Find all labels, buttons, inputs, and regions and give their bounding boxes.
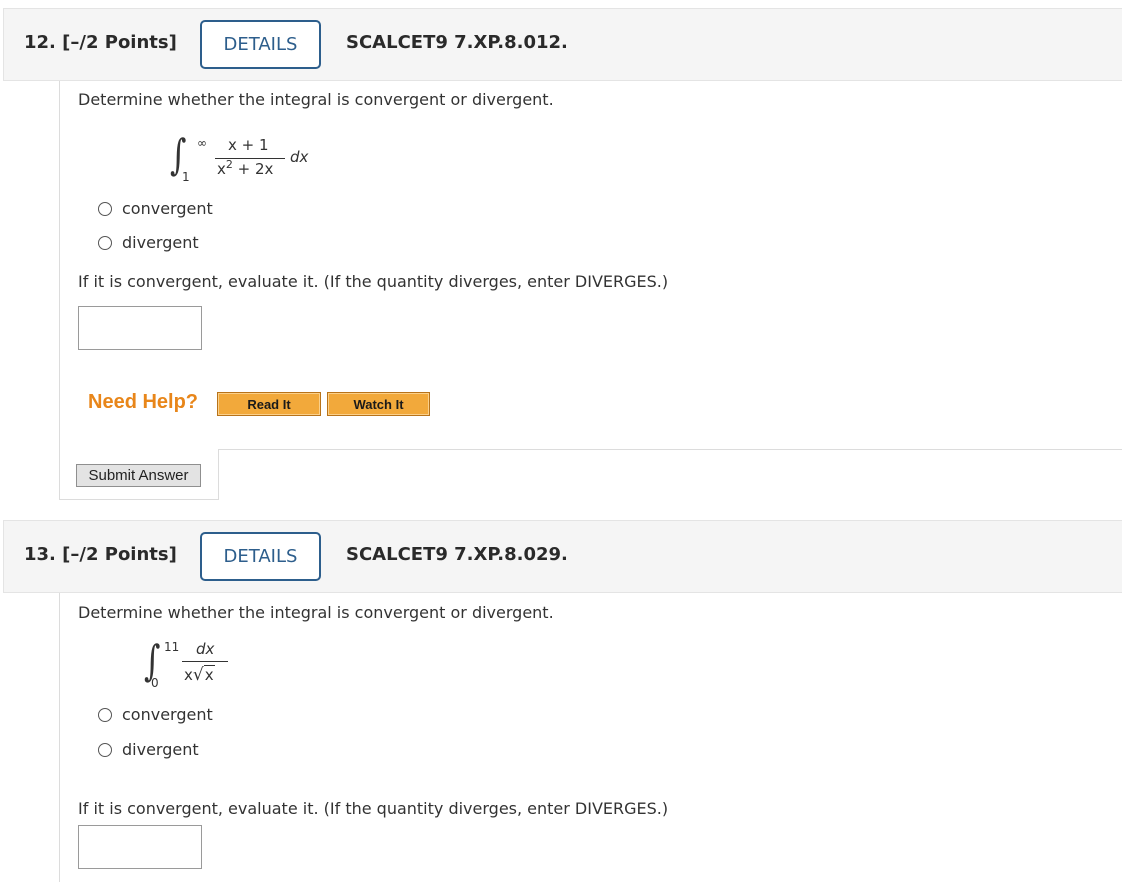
question-prompt: Determine whether the integral is conver…	[78, 603, 554, 622]
fraction-numerator: dx	[196, 640, 214, 658]
option-divergent[interactable]: divergent	[98, 740, 199, 759]
option-divergent[interactable]: divergent	[98, 233, 199, 252]
submit-answer-button[interactable]: Submit Answer	[76, 464, 201, 487]
question-code: SCALCET9 7.XP.8.012.	[346, 32, 568, 53]
fraction-denominator: x2 + 2x	[217, 158, 274, 178]
question-number-points: 12. [–/2 Points]	[24, 32, 177, 53]
evaluate-prompt: If it is convergent, evaluate it. (If th…	[78, 799, 669, 818]
question-body-border	[59, 81, 60, 449]
read-it-button[interactable]: Read It	[217, 392, 321, 416]
denominator-variable: x	[217, 160, 226, 178]
watch-it-button[interactable]: Watch It	[327, 392, 430, 416]
option-convergent[interactable]: convergent	[98, 199, 213, 218]
option-label: convergent	[122, 705, 213, 724]
question-header-13: 13. [–/2 Points] DETAILS SCALCET9 7.XP.8…	[3, 520, 1122, 593]
question-number-points: 13. [–/2 Points]	[24, 544, 177, 565]
question-prompt: Determine whether the integral is conver…	[78, 90, 554, 109]
radio-button[interactable]	[98, 742, 112, 757]
radio-button[interactable]	[98, 201, 112, 216]
denominator-variable: x	[184, 666, 193, 684]
option-label: divergent	[122, 233, 199, 252]
numerator-text: dx	[196, 640, 215, 658]
option-convergent[interactable]: convergent	[98, 705, 213, 724]
integral-expression: ∫ ∞ 1 x + 1 x2 + 2x dx	[170, 134, 320, 185]
denominator-rest: + 2x	[232, 160, 274, 178]
integral-lower-limit: 1	[182, 170, 190, 184]
integral-upper-limit: 11	[164, 640, 180, 654]
radio-button[interactable]	[98, 235, 112, 250]
need-help-label: Need Help?	[88, 391, 199, 413]
sqrt-sign: √	[192, 665, 204, 685]
integral-expression: ∫ 11 0 dx x√x	[144, 638, 244, 690]
integral-lower-limit: 0	[151, 676, 159, 690]
radio-button[interactable]	[98, 707, 112, 722]
evaluate-prompt: If it is convergent, evaluate it. (If th…	[78, 272, 669, 291]
fraction-numerator: x + 1	[228, 136, 269, 154]
differential-text: dx	[290, 148, 309, 166]
answer-input[interactable]	[78, 306, 202, 350]
sqrt-radicand: x	[203, 665, 215, 684]
differential: dx	[290, 148, 308, 166]
option-label: convergent	[122, 199, 213, 218]
fraction-denominator: x√x	[184, 665, 215, 685]
question-code: SCALCET9 7.XP.8.029.	[346, 544, 568, 565]
question-header-12: 12. [–/2 Points] DETAILS SCALCET9 7.XP.8…	[3, 8, 1122, 81]
details-button[interactable]: DETAILS	[200, 532, 321, 581]
answer-input[interactable]	[78, 825, 202, 869]
fraction-bar	[182, 661, 228, 662]
integral-upper-limit: ∞	[197, 136, 207, 150]
details-button[interactable]: DETAILS	[200, 20, 321, 69]
question-body-border	[59, 593, 60, 882]
option-label: divergent	[122, 740, 199, 759]
denominator-exponent: 2	[225, 158, 233, 171]
